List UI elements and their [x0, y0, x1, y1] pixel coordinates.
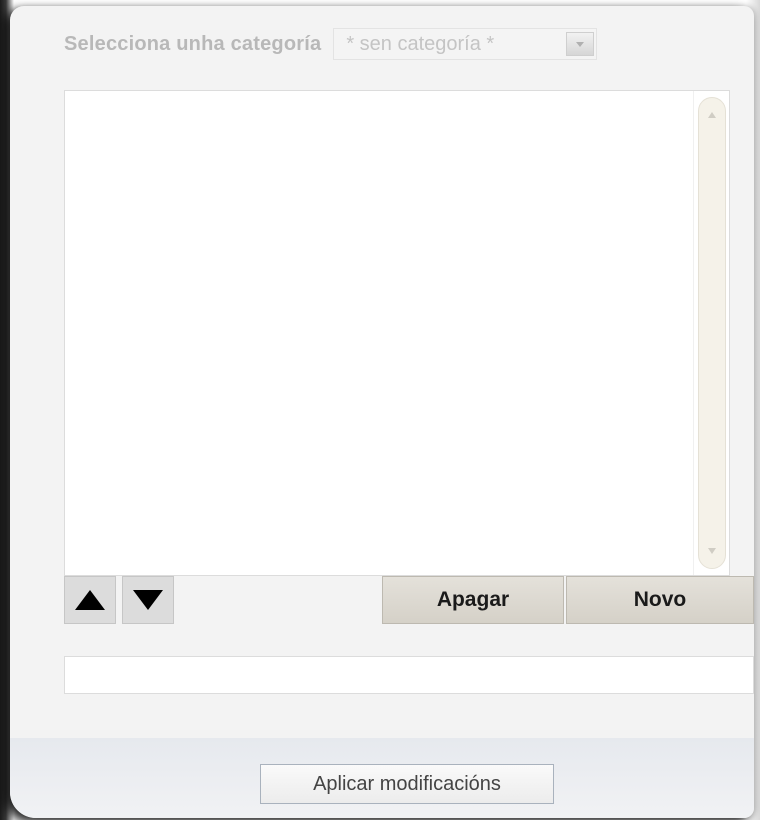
move-up-button[interactable]: [64, 576, 116, 624]
apply-changes-button[interactable]: Aplicar modificacións: [260, 764, 554, 804]
move-down-button[interactable]: [122, 576, 174, 624]
scroll-down-arrow-icon[interactable]: [708, 548, 716, 554]
scrollbar-track[interactable]: [698, 97, 726, 569]
item-name-input[interactable]: [64, 656, 754, 694]
category-editor-dialog: Selecciona unha categoría * sen categorí…: [10, 6, 754, 818]
new-button[interactable]: Novo: [566, 576, 754, 624]
category-selector-row: Selecciona unha categoría * sen categorí…: [64, 26, 598, 62]
scroll-up-arrow-icon[interactable]: [708, 112, 716, 118]
category-select-value: * sen categoría *: [346, 33, 495, 55]
triangle-down-icon: [133, 590, 163, 610]
category-label: Selecciona unha categoría: [64, 32, 322, 55]
triangle-up-icon: [75, 590, 105, 610]
listbox-scrollbar[interactable]: [693, 91, 729, 575]
delete-button[interactable]: Apagar: [382, 576, 564, 624]
chevron-down-icon[interactable]: [566, 32, 595, 56]
category-select[interactable]: * sen categoría *: [333, 28, 598, 60]
items-listbox[interactable]: [64, 90, 730, 576]
